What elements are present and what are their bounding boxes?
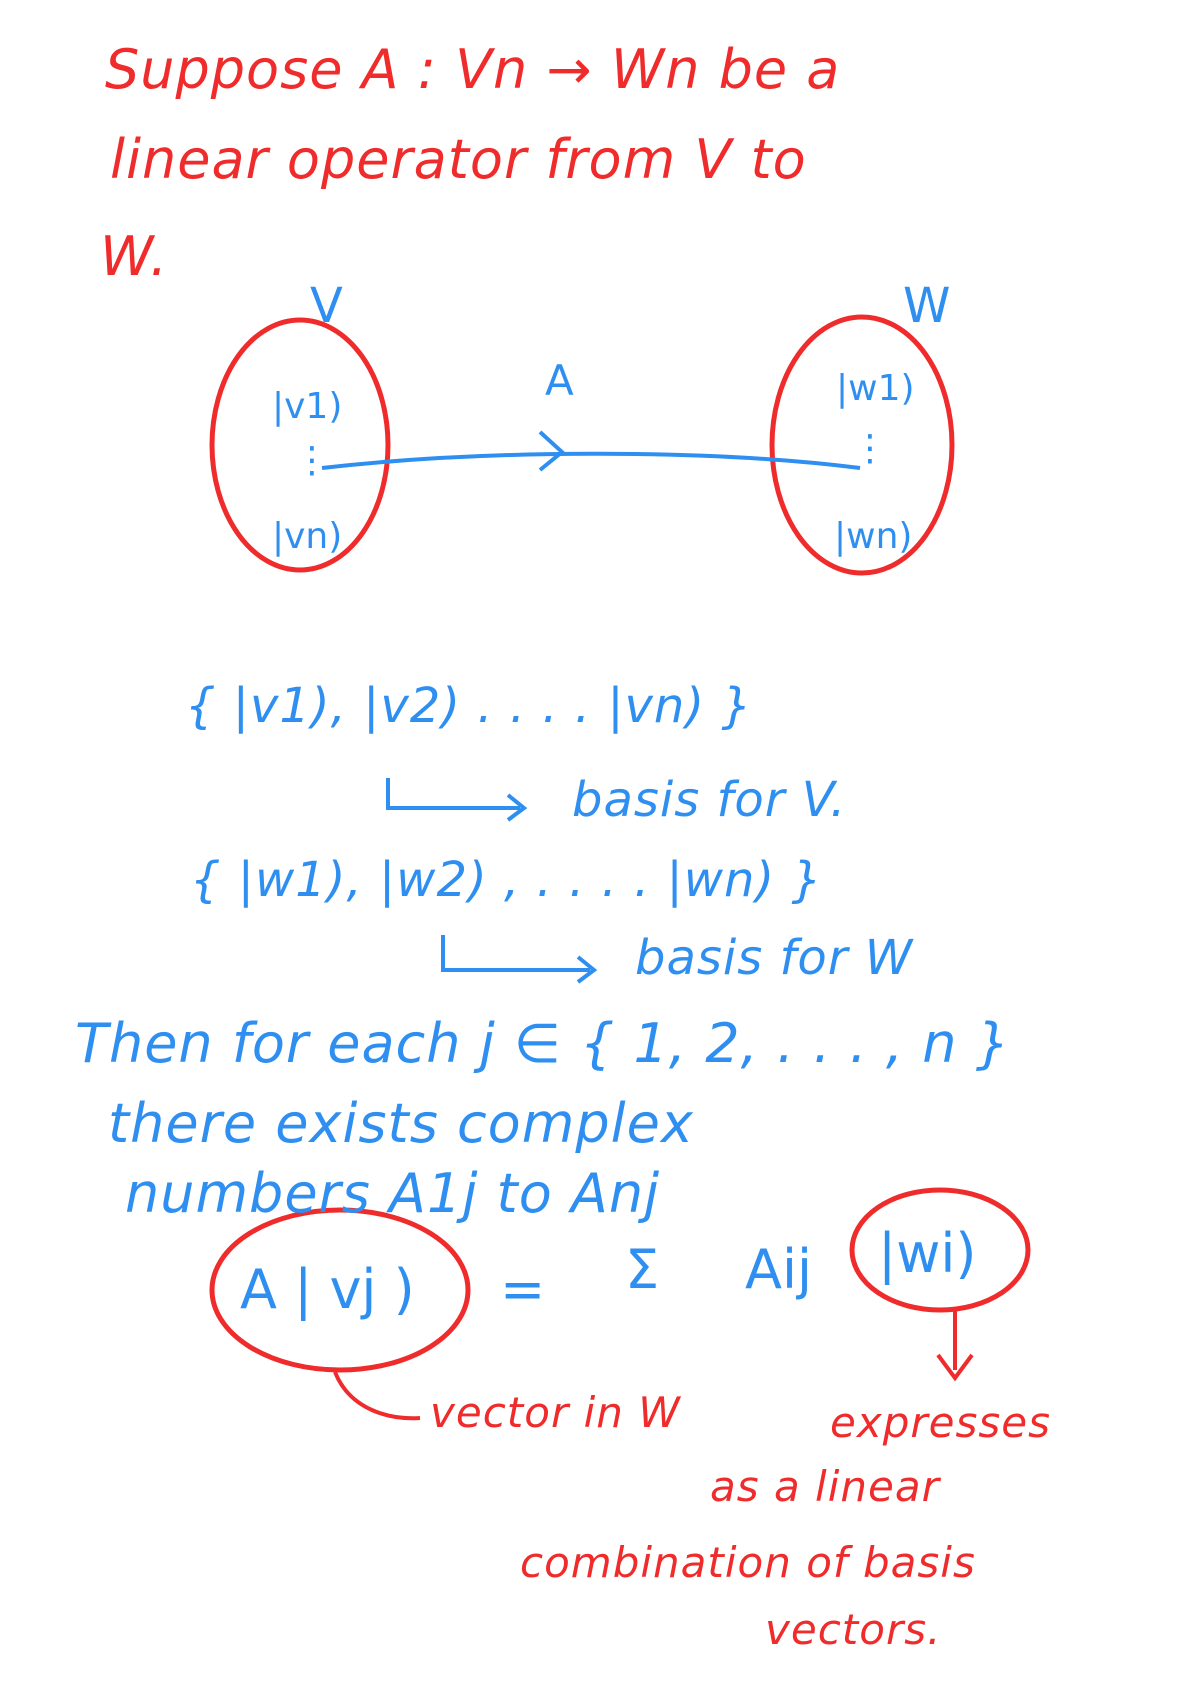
note-vectors: vectors. — [765, 1605, 942, 1654]
equation-sum: Σ — [625, 1238, 660, 1301]
ket-wn: |wn) — [834, 516, 913, 557]
w-dots: ⋮ — [852, 428, 888, 469]
ket-v1: |v1) — [272, 386, 343, 427]
mapping-arrow — [321, 451, 861, 470]
basis-w-set: { |w1), |w2) , . . . . |wn) } — [190, 852, 823, 908]
equation-equals: = — [500, 1258, 546, 1321]
basis-w-hook — [441, 935, 590, 972]
arrow-to-vector-in-w — [333, 1371, 421, 1421]
statement-line-3: numbers A1j to Anj — [125, 1162, 661, 1225]
equation-coef: Aij — [745, 1238, 812, 1301]
mapping-arrowhead — [538, 430, 566, 472]
equation-ket-wi: |wi) — [878, 1222, 977, 1285]
ket-vn: |vn) — [272, 516, 343, 557]
basis-v-label: basis for V. — [572, 772, 847, 828]
basis-v-hook — [386, 778, 520, 810]
note-expresses: expresses — [830, 1398, 1051, 1447]
basis-v-set: { |v1), |v2) . . . . |vn) } — [185, 678, 753, 734]
note-as-a-linear: as a linear — [710, 1462, 940, 1511]
v-dots: ⋮ — [294, 440, 330, 481]
ket-w1: |w1) — [836, 368, 915, 409]
equation-lhs: A | vj ) — [240, 1258, 415, 1321]
note-vector-in-w: vector in W — [430, 1388, 681, 1437]
basis-w-label: basis for W — [635, 930, 914, 986]
label-w: W — [903, 278, 951, 334]
label-operator-a: A — [545, 356, 574, 405]
statement-line-2: there exists complex — [108, 1092, 694, 1155]
statement-line-1: Then for each j ∈ { 1, 2, . . . , n } — [75, 1012, 1011, 1075]
note-combination: combination of basis — [520, 1538, 976, 1587]
label-v: V — [310, 278, 343, 334]
